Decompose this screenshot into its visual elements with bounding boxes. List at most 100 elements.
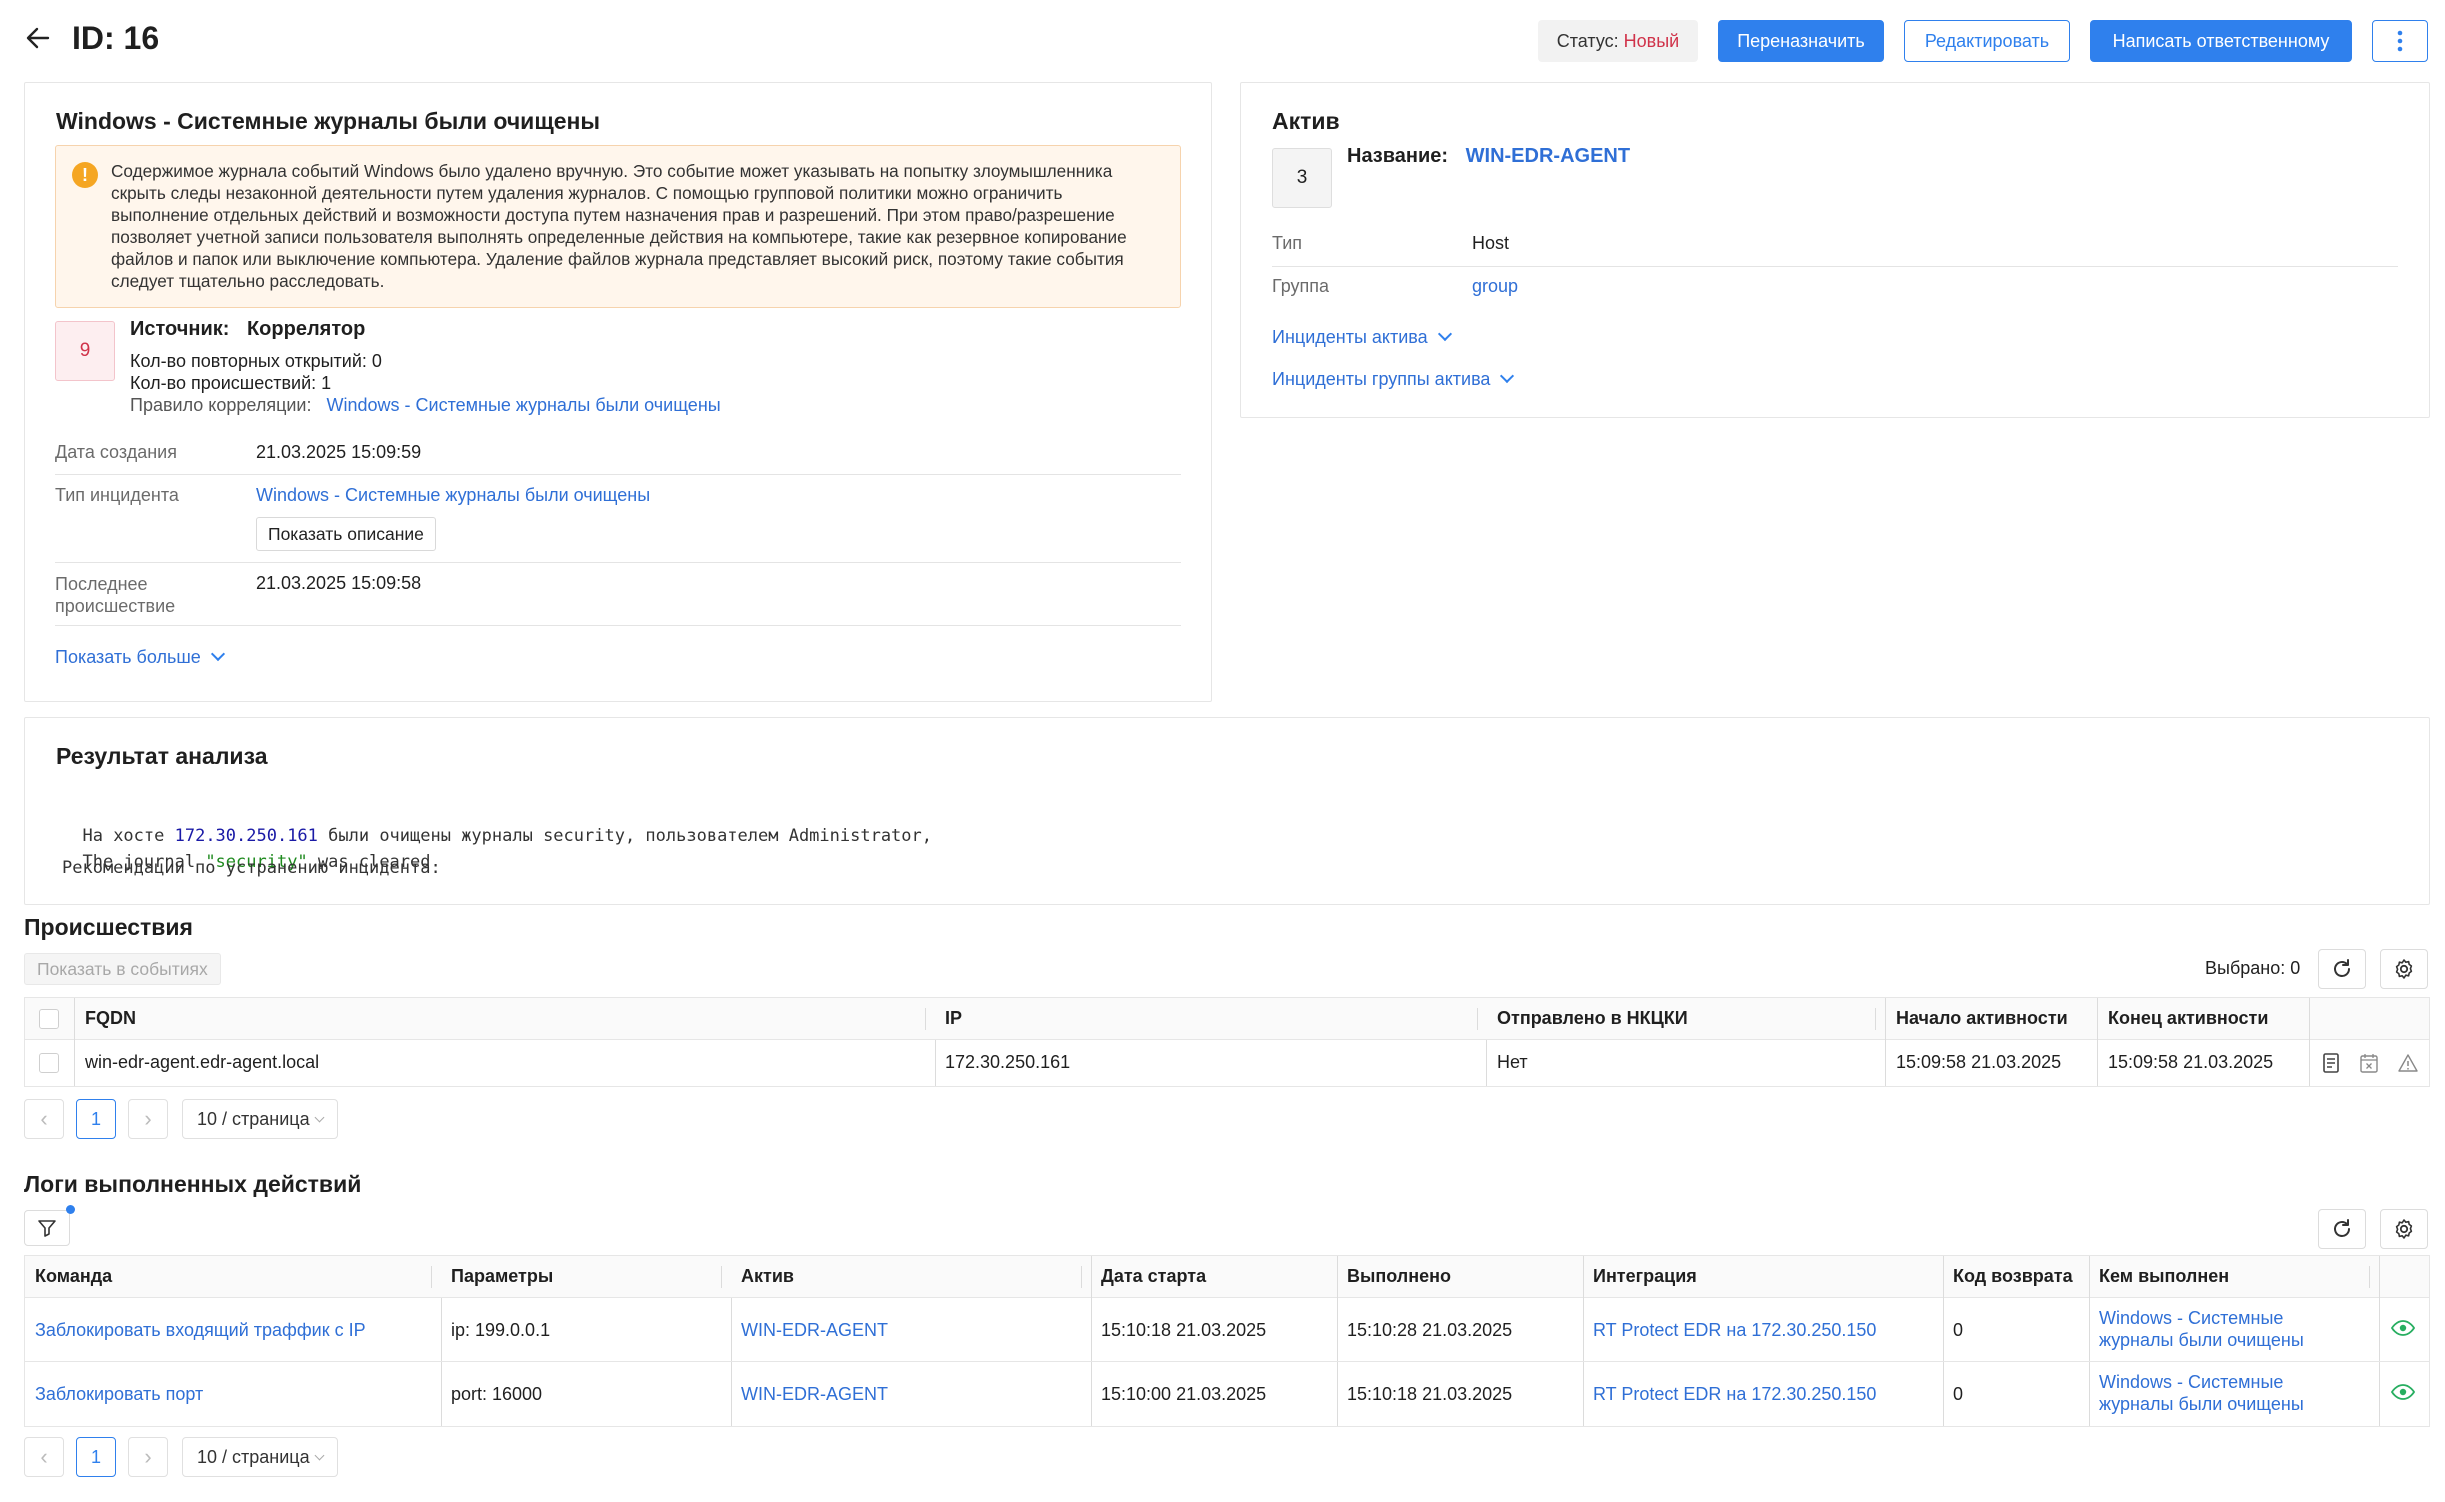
chevron-down-icon [314, 1112, 325, 1122]
cell-executed-by-link[interactable]: Windows - Системные журналы были очищены [2099, 1307, 2304, 1351]
eye-icon[interactable] [2390, 1383, 2416, 1406]
events-table: FQDN IP Отправлено в НКЦКИ Начало активн… [24, 997, 2430, 1087]
asset-group-link[interactable]: group [1472, 276, 1518, 297]
show-more-label: Показать больше [55, 647, 201, 667]
asset-group-incidents-link[interactable]: Инциденты группы актива [1272, 368, 1515, 390]
cell-executed-by-link[interactable]: Windows - Системные журналы были очищены [2099, 1371, 2304, 1415]
table-row[interactable]: Заблокировать входящий траффик с IP ip: … [25, 1298, 2429, 1362]
show-description-button[interactable]: Показать описание [256, 517, 436, 551]
calendar-x-icon[interactable] [2359, 1052, 2379, 1079]
column-resize-handle[interactable] [431, 1266, 432, 1288]
document-icon[interactable] [2321, 1052, 2341, 1079]
incident-title: Windows - Системные журналы были очищены [56, 108, 601, 134]
filter-active-dot [66, 1205, 75, 1214]
last-event-label: Последнее происшествие [55, 573, 175, 617]
back-arrow-icon[interactable] [24, 24, 52, 52]
asset-name-row: Название: WIN-EDR-AGENT [1347, 145, 1630, 168]
logs-refresh-button[interactable] [2318, 1209, 2366, 1249]
divider [55, 474, 1181, 475]
warning-triangle-icon[interactable] [2397, 1052, 2419, 1079]
column-header-fqdn[interactable]: FQDN [85, 1008, 136, 1029]
column-header-asset[interactable]: Актив [741, 1266, 794, 1287]
divider [55, 625, 1181, 626]
column-resize-handle[interactable] [1875, 1008, 1876, 1030]
asset-card [1240, 82, 2430, 418]
table-row[interactable]: Заблокировать порт port: 16000 WIN-EDR-A… [25, 1362, 2429, 1426]
source-row: Источник: Коррелятор [130, 318, 365, 341]
column-header-integration[interactable]: Интеграция [1593, 1266, 1697, 1287]
column-header-end[interactable]: Конец активности [2108, 1008, 2268, 1029]
cell-command-link[interactable]: Заблокировать входящий траффик с IP [35, 1320, 366, 1341]
asset-incidents-link[interactable]: Инциденты актива [1272, 326, 1452, 348]
column-resize-handle[interactable] [1081, 1266, 1082, 1288]
asset-incidents-label: Инциденты актива [1272, 327, 1428, 347]
table-row[interactable]: win-edr-agent.edr-agent.local 172.30.250… [25, 1040, 2429, 1086]
column-resize-handle[interactable] [1477, 1008, 1478, 1030]
column-header-done[interactable]: Выполнено [1347, 1266, 1451, 1287]
created-value: 21.03.2025 15:09:59 [256, 442, 422, 462]
column-header-executed-by[interactable]: Кем выполнен [2099, 1266, 2229, 1287]
reassign-button[interactable]: Переназначить [1718, 20, 1884, 62]
asset-group-incidents-label: Инциденты группы актива [1272, 369, 1491, 389]
created-label: Дата создания [55, 442, 177, 462]
refresh-button[interactable] [2318, 949, 2366, 989]
status-value: Новый [1623, 30, 1680, 51]
cell-done: 15:10:28 21.03.2025 [1347, 1320, 1513, 1340]
show-in-events-button[interactable]: Показать в событиях [24, 953, 221, 985]
eye-icon[interactable] [2390, 1319, 2416, 1342]
more-menu-button[interactable] [2372, 20, 2428, 62]
column-header-sent[interactable]: Отправлено в НКЦКИ [1497, 1008, 1688, 1029]
incident-type-link[interactable]: Windows - Системные журналы были очищены [256, 485, 650, 506]
cell-asset-link[interactable]: WIN-EDR-AGENT [741, 1384, 888, 1405]
column-resize-handle[interactable] [721, 1266, 722, 1288]
page-size-select[interactable]: 10 / страница [182, 1099, 338, 1139]
row-checkbox[interactable] [39, 1053, 59, 1073]
executed-by-line-1: Windows - Системные [2099, 1308, 2284, 1328]
column-header-start[interactable]: Начало активности [1896, 1008, 2068, 1029]
rule-row: Правило корреляции: Windows - Системные … [130, 395, 721, 416]
logs-prev-page-button[interactable]: ‹ [24, 1437, 64, 1477]
column-header-start-date[interactable]: Дата старта [1101, 1266, 1206, 1287]
logs-page-size-select[interactable]: 10 / страница [182, 1437, 338, 1477]
cell-command-link[interactable]: Заблокировать порт [35, 1384, 203, 1405]
filter-button[interactable] [24, 1210, 70, 1246]
column-resize-handle[interactable] [925, 1008, 926, 1030]
cell-params: ip: 199.0.0.1 [451, 1320, 551, 1340]
column-header-params[interactable]: Параметры [451, 1266, 553, 1287]
column-header-return-code[interactable]: Код возврата [1953, 1266, 2073, 1287]
status-badge: Статус: Новый [1538, 20, 1698, 62]
logs-title: Логи выполненных действий [24, 1171, 362, 1197]
logs-page-1-button[interactable]: 1 [76, 1437, 116, 1477]
column-header-ip[interactable]: IP [945, 1008, 962, 1029]
prev-page-button[interactable]: ‹ [24, 1099, 64, 1139]
next-page-button[interactable]: › [128, 1099, 168, 1139]
rule-label: Правило корреляции: [130, 395, 312, 415]
cell-start-date: 15:10:00 21.03.2025 [1101, 1384, 1267, 1404]
chevron-down-icon [210, 646, 225, 662]
logs-next-page-button[interactable]: › [128, 1437, 168, 1477]
page-size-value: 10 / страница [197, 1446, 310, 1467]
column-header-command[interactable]: Команда [35, 1266, 112, 1287]
select-all-checkbox[interactable] [39, 1009, 59, 1029]
last-event-label-2: происшествие [55, 596, 176, 616]
column-resize-handle[interactable] [2369, 1266, 2370, 1288]
show-more-link[interactable]: Показать больше [55, 646, 225, 668]
page-1-button[interactable]: 1 [76, 1099, 116, 1139]
rule-link[interactable]: Windows - Системные журналы были очищены [327, 395, 721, 415]
reopen-count: Кол-во повторных открытий: 0 [130, 351, 382, 371]
last-event-label-1: Последнее [55, 574, 148, 594]
asset-name-link[interactable]: WIN-EDR-AGENT [1466, 145, 1630, 167]
edit-button[interactable]: Редактировать [1904, 20, 2070, 62]
cell-asset-link[interactable]: WIN-EDR-AGENT [741, 1320, 888, 1341]
cell-start: 15:09:58 21.03.2025 [1896, 1052, 2062, 1072]
cell-integration-link[interactable]: RT Protect EDR на 172.30.250.150 [1593, 1320, 1876, 1341]
cell-integration-link[interactable]: RT Protect EDR на 172.30.250.150 [1593, 1384, 1876, 1405]
cell-start-date: 15:10:18 21.03.2025 [1101, 1320, 1267, 1340]
cell-fqdn: win-edr-agent.edr-agent.local [85, 1052, 320, 1072]
selected-count: Выбрано: 0 [2205, 958, 2301, 978]
cell-ip: 172.30.250.161 [945, 1052, 1071, 1072]
divider [55, 562, 1181, 563]
logs-settings-button[interactable] [2380, 1209, 2428, 1249]
settings-button[interactable] [2380, 949, 2428, 989]
write-responsible-button[interactable]: Написать ответственному [2090, 20, 2352, 62]
